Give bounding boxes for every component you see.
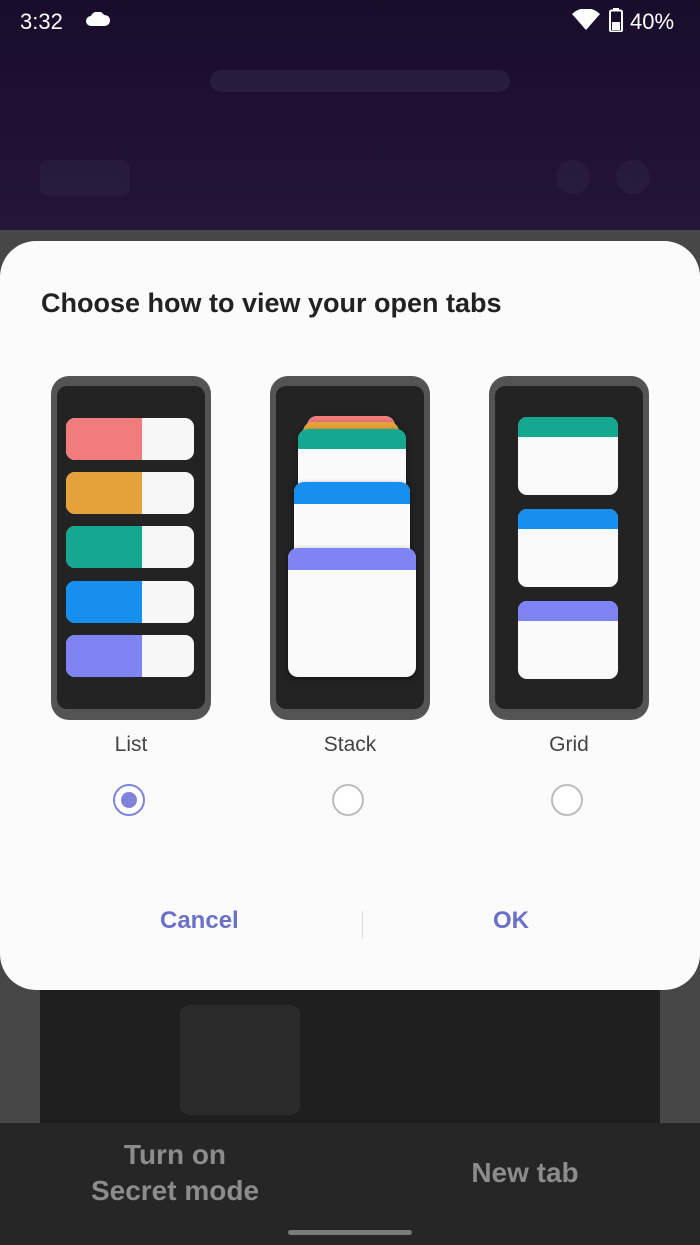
list-tab-row bbox=[66, 526, 194, 568]
grid-tab-card bbox=[518, 601, 618, 679]
radio-selected-dot bbox=[121, 792, 137, 808]
cancel-button[interactable]: Cancel bbox=[160, 907, 239, 935]
phone-screen bbox=[495, 386, 643, 709]
status-time: 3:32 bbox=[20, 9, 63, 34]
stack-preview bbox=[270, 376, 430, 720]
ok-button[interactable]: OK bbox=[493, 907, 529, 935]
button-divider bbox=[362, 911, 363, 939]
background-icon bbox=[556, 160, 590, 194]
battery-icon bbox=[609, 8, 623, 32]
secret-mode-label: Turn on Secret mode bbox=[90, 1139, 260, 1206]
radio-grid[interactable] bbox=[551, 784, 583, 816]
background-icon bbox=[616, 160, 650, 194]
secret-mode-button[interactable]: Turn on Secret mode bbox=[0, 1123, 350, 1223]
option-stack[interactable]: Stack bbox=[270, 376, 430, 816]
background-tab-card bbox=[40, 990, 660, 1125]
option-grid[interactable]: Grid bbox=[489, 376, 649, 816]
tab-view-dialog: Choose how to view your open tabs List S… bbox=[0, 241, 700, 990]
option-label-list: List bbox=[114, 733, 148, 756]
list-tab-row bbox=[66, 635, 194, 677]
option-label-stack: Stack bbox=[323, 733, 377, 756]
home-indicator[interactable] bbox=[288, 1230, 412, 1235]
stack-tab-card bbox=[288, 548, 416, 677]
phone-screen bbox=[57, 386, 205, 709]
option-list[interactable]: List bbox=[51, 376, 211, 816]
list-tab-row bbox=[66, 581, 194, 623]
background-logo bbox=[40, 160, 130, 196]
battery-percent: 40% bbox=[630, 9, 675, 34]
option-label-grid: Grid bbox=[549, 733, 589, 756]
background-tab-thumbnail bbox=[180, 1005, 300, 1115]
list-tab-row bbox=[66, 418, 194, 460]
new-tab-button[interactable]: New tab bbox=[350, 1123, 700, 1223]
grid-tab-card bbox=[518, 417, 618, 495]
list-tab-row bbox=[66, 472, 194, 514]
status-bar: 3:32 40% bbox=[0, 0, 700, 42]
wifi-icon bbox=[572, 9, 600, 30]
phone-screen bbox=[276, 386, 424, 709]
radio-stack[interactable] bbox=[332, 784, 364, 816]
background-address-bar bbox=[210, 70, 510, 92]
radio-list[interactable] bbox=[113, 784, 145, 816]
grid-tab-card bbox=[518, 509, 618, 587]
list-preview bbox=[51, 376, 211, 720]
new-tab-label: New tab bbox=[471, 1157, 579, 1188]
grid-preview bbox=[489, 376, 649, 720]
cloud-icon bbox=[86, 12, 110, 26]
dialog-title: Choose how to view your open tabs bbox=[41, 288, 502, 318]
